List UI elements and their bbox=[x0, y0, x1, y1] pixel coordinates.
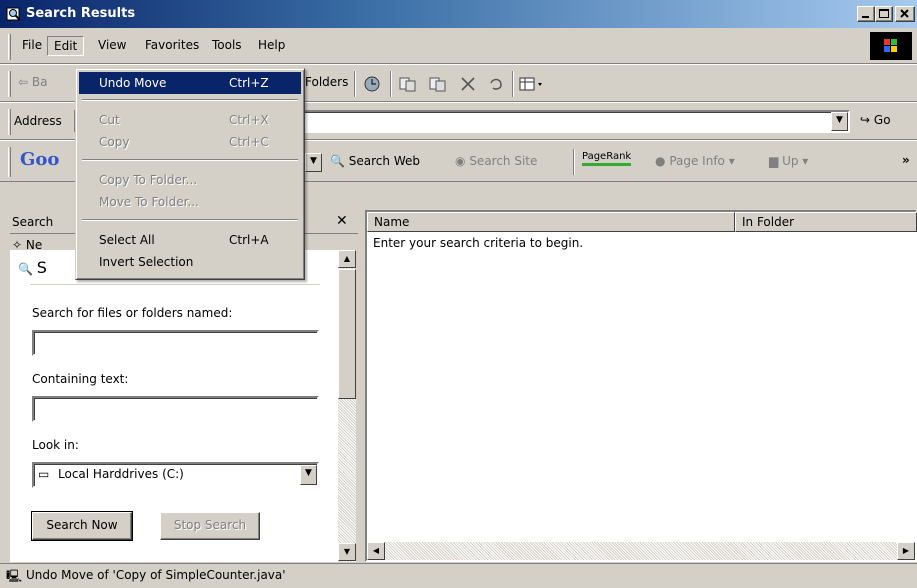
menu-item-select-all[interactable]: Select All Ctrl+A bbox=[79, 229, 301, 251]
files-label: Search for files or folders named: bbox=[32, 306, 233, 320]
scroll-thumb[interactable] bbox=[338, 269, 356, 399]
search-now-button[interactable]: Search Now bbox=[31, 511, 133, 541]
menu-edit[interactable]: Edit bbox=[47, 36, 85, 56]
menu-separator bbox=[82, 159, 298, 161]
look-in-select[interactable]: ▭ Local Harddrives (C:) bbox=[32, 462, 319, 488]
up-button[interactable]: ▆ Up ▾ bbox=[769, 154, 808, 168]
menu-item-copy-to-folder[interactable]: Copy To Folder... bbox=[79, 169, 301, 191]
menu-bar: File Edit View Favorites Tools Help bbox=[0, 28, 917, 64]
toolbar-separator bbox=[390, 71, 392, 97]
scroll-down-icon[interactable]: ▼ bbox=[338, 543, 356, 561]
column-header-name[interactable]: Name bbox=[367, 212, 735, 232]
menu-item-copy[interactable]: Copy Ctrl+C bbox=[79, 131, 301, 153]
hard-drive-icon: ▭ bbox=[38, 467, 50, 481]
menu-item-move-to-folder[interactable]: Move To Folder... bbox=[79, 191, 301, 213]
maximize-button[interactable] bbox=[875, 6, 893, 22]
views-icon[interactable] bbox=[518, 75, 546, 93]
menu-separator bbox=[82, 219, 298, 221]
search-pane-scrollbar[interactable]: ▲ ▼ bbox=[338, 250, 356, 562]
undo-icon[interactable] bbox=[486, 75, 506, 93]
menu-item-cut[interactable]: Cut Ctrl+X bbox=[79, 109, 301, 131]
search-web-button[interactable]: 🔍 Search Web bbox=[330, 154, 420, 168]
menu-view[interactable]: View bbox=[92, 36, 132, 56]
scroll-up-icon[interactable]: ▲ bbox=[338, 250, 356, 268]
look-in-dropdown-button[interactable]: ▼ bbox=[300, 465, 317, 485]
copy-to-icon[interactable] bbox=[428, 75, 448, 93]
search-pane-title: Search bbox=[12, 215, 54, 229]
search-form-area: 🔍 S Search for files or folders named: C… bbox=[10, 250, 338, 562]
search-doc-icon: 🔍 bbox=[18, 262, 33, 276]
toolbar-separator bbox=[512, 71, 514, 97]
column-header-in-folder[interactable]: In Folder bbox=[735, 212, 917, 232]
close-icon bbox=[900, 9, 909, 18]
google-logo[interactable]: Goo bbox=[20, 149, 59, 170]
close-window-button[interactable] bbox=[895, 6, 915, 22]
go-arrow-icon: ↪ bbox=[860, 113, 871, 127]
back-arrow-icon: ⇦ bbox=[18, 75, 29, 89]
edit-menu-dropdown: Undo Move Ctrl+Z Cut Ctrl+X Copy Ctrl+C Cop… bbox=[75, 68, 305, 280]
folder-up-icon: ▆ bbox=[769, 154, 779, 168]
move-to-icon[interactable] bbox=[398, 75, 418, 93]
menu-item-undo-move[interactable]: Undo Move Ctrl+Z bbox=[79, 72, 301, 94]
window-title: Search Results bbox=[26, 6, 136, 21]
search-site-button[interactable]: ◉ Search Site bbox=[455, 154, 537, 168]
menu-help[interactable]: Help bbox=[252, 36, 291, 56]
folders-button[interactable]: Folders bbox=[305, 75, 348, 89]
binoculars-icon: 🔍 bbox=[330, 154, 345, 168]
menu-favorites[interactable]: Favorites bbox=[139, 36, 205, 56]
minimize-icon bbox=[862, 16, 869, 18]
go-button[interactable]: ↪ Go bbox=[860, 113, 891, 127]
stop-search-button[interactable]: Stop Search bbox=[160, 512, 260, 540]
menu-tools[interactable]: Tools bbox=[206, 36, 248, 56]
back-button[interactable]: ⇦ Ba bbox=[18, 75, 47, 89]
containing-text-input[interactable] bbox=[32, 396, 319, 422]
toolbar-grip[interactable] bbox=[8, 71, 11, 97]
menu-item-invert-selection[interactable]: Invert Selection bbox=[79, 251, 301, 273]
windows-logo bbox=[870, 32, 912, 60]
search-heading: 🔍 S bbox=[18, 258, 47, 277]
minimize-button[interactable] bbox=[857, 6, 875, 22]
menu-separator bbox=[82, 99, 298, 101]
info-icon: ● bbox=[655, 154, 666, 168]
address-label: Address bbox=[14, 114, 62, 128]
search-site-icon: ◉ bbox=[455, 154, 466, 168]
page-info-button[interactable]: ● Page Info ▾ bbox=[655, 154, 735, 168]
status-bar: 🖳 Undo Move of 'Copy of SimpleCounter.ja… bbox=[0, 563, 917, 585]
empty-results-message: Enter your search criteria to begin. bbox=[373, 236, 584, 250]
title-bar: Search Results bbox=[0, 0, 917, 28]
scroll-right-icon[interactable]: ▶ bbox=[897, 542, 915, 560]
results-horizontal-scrollbar[interactable]: ◀ ▶ bbox=[367, 542, 915, 560]
address-dropdown-button[interactable]: ▼ bbox=[831, 112, 848, 131]
containing-label: Containing text: bbox=[32, 372, 129, 386]
menu-file[interactable]: File bbox=[16, 36, 48, 56]
toolbar-separator bbox=[573, 149, 575, 175]
windows-flag-icon bbox=[884, 39, 897, 52]
close-pane-icon[interactable]: ✕ bbox=[336, 213, 348, 229]
google-grip[interactable] bbox=[8, 147, 11, 177]
address-grip[interactable] bbox=[8, 109, 11, 135]
google-search-dropdown[interactable]: ▼ bbox=[305, 153, 322, 172]
status-text: Undo Move of 'Copy of SimpleCounter.java… bbox=[26, 568, 286, 582]
toolbar-overflow-chevron[interactable]: » bbox=[902, 153, 910, 167]
maximize-icon bbox=[879, 9, 889, 18]
look-in-label: Look in: bbox=[32, 438, 79, 452]
heading-divider bbox=[30, 284, 320, 285]
delete-icon[interactable] bbox=[458, 75, 478, 93]
results-list[interactable]: Name In Folder Enter your search criteri… bbox=[365, 210, 917, 562]
filename-input[interactable] bbox=[32, 330, 319, 356]
search-window-icon bbox=[6, 7, 21, 21]
menubar-grip[interactable] bbox=[8, 34, 11, 60]
scroll-left-icon[interactable]: ◀ bbox=[367, 542, 385, 560]
toolbar-separator bbox=[354, 71, 356, 97]
pagerank-indicator[interactable]: PageRank bbox=[582, 151, 632, 166]
history-icon[interactable] bbox=[362, 75, 382, 93]
